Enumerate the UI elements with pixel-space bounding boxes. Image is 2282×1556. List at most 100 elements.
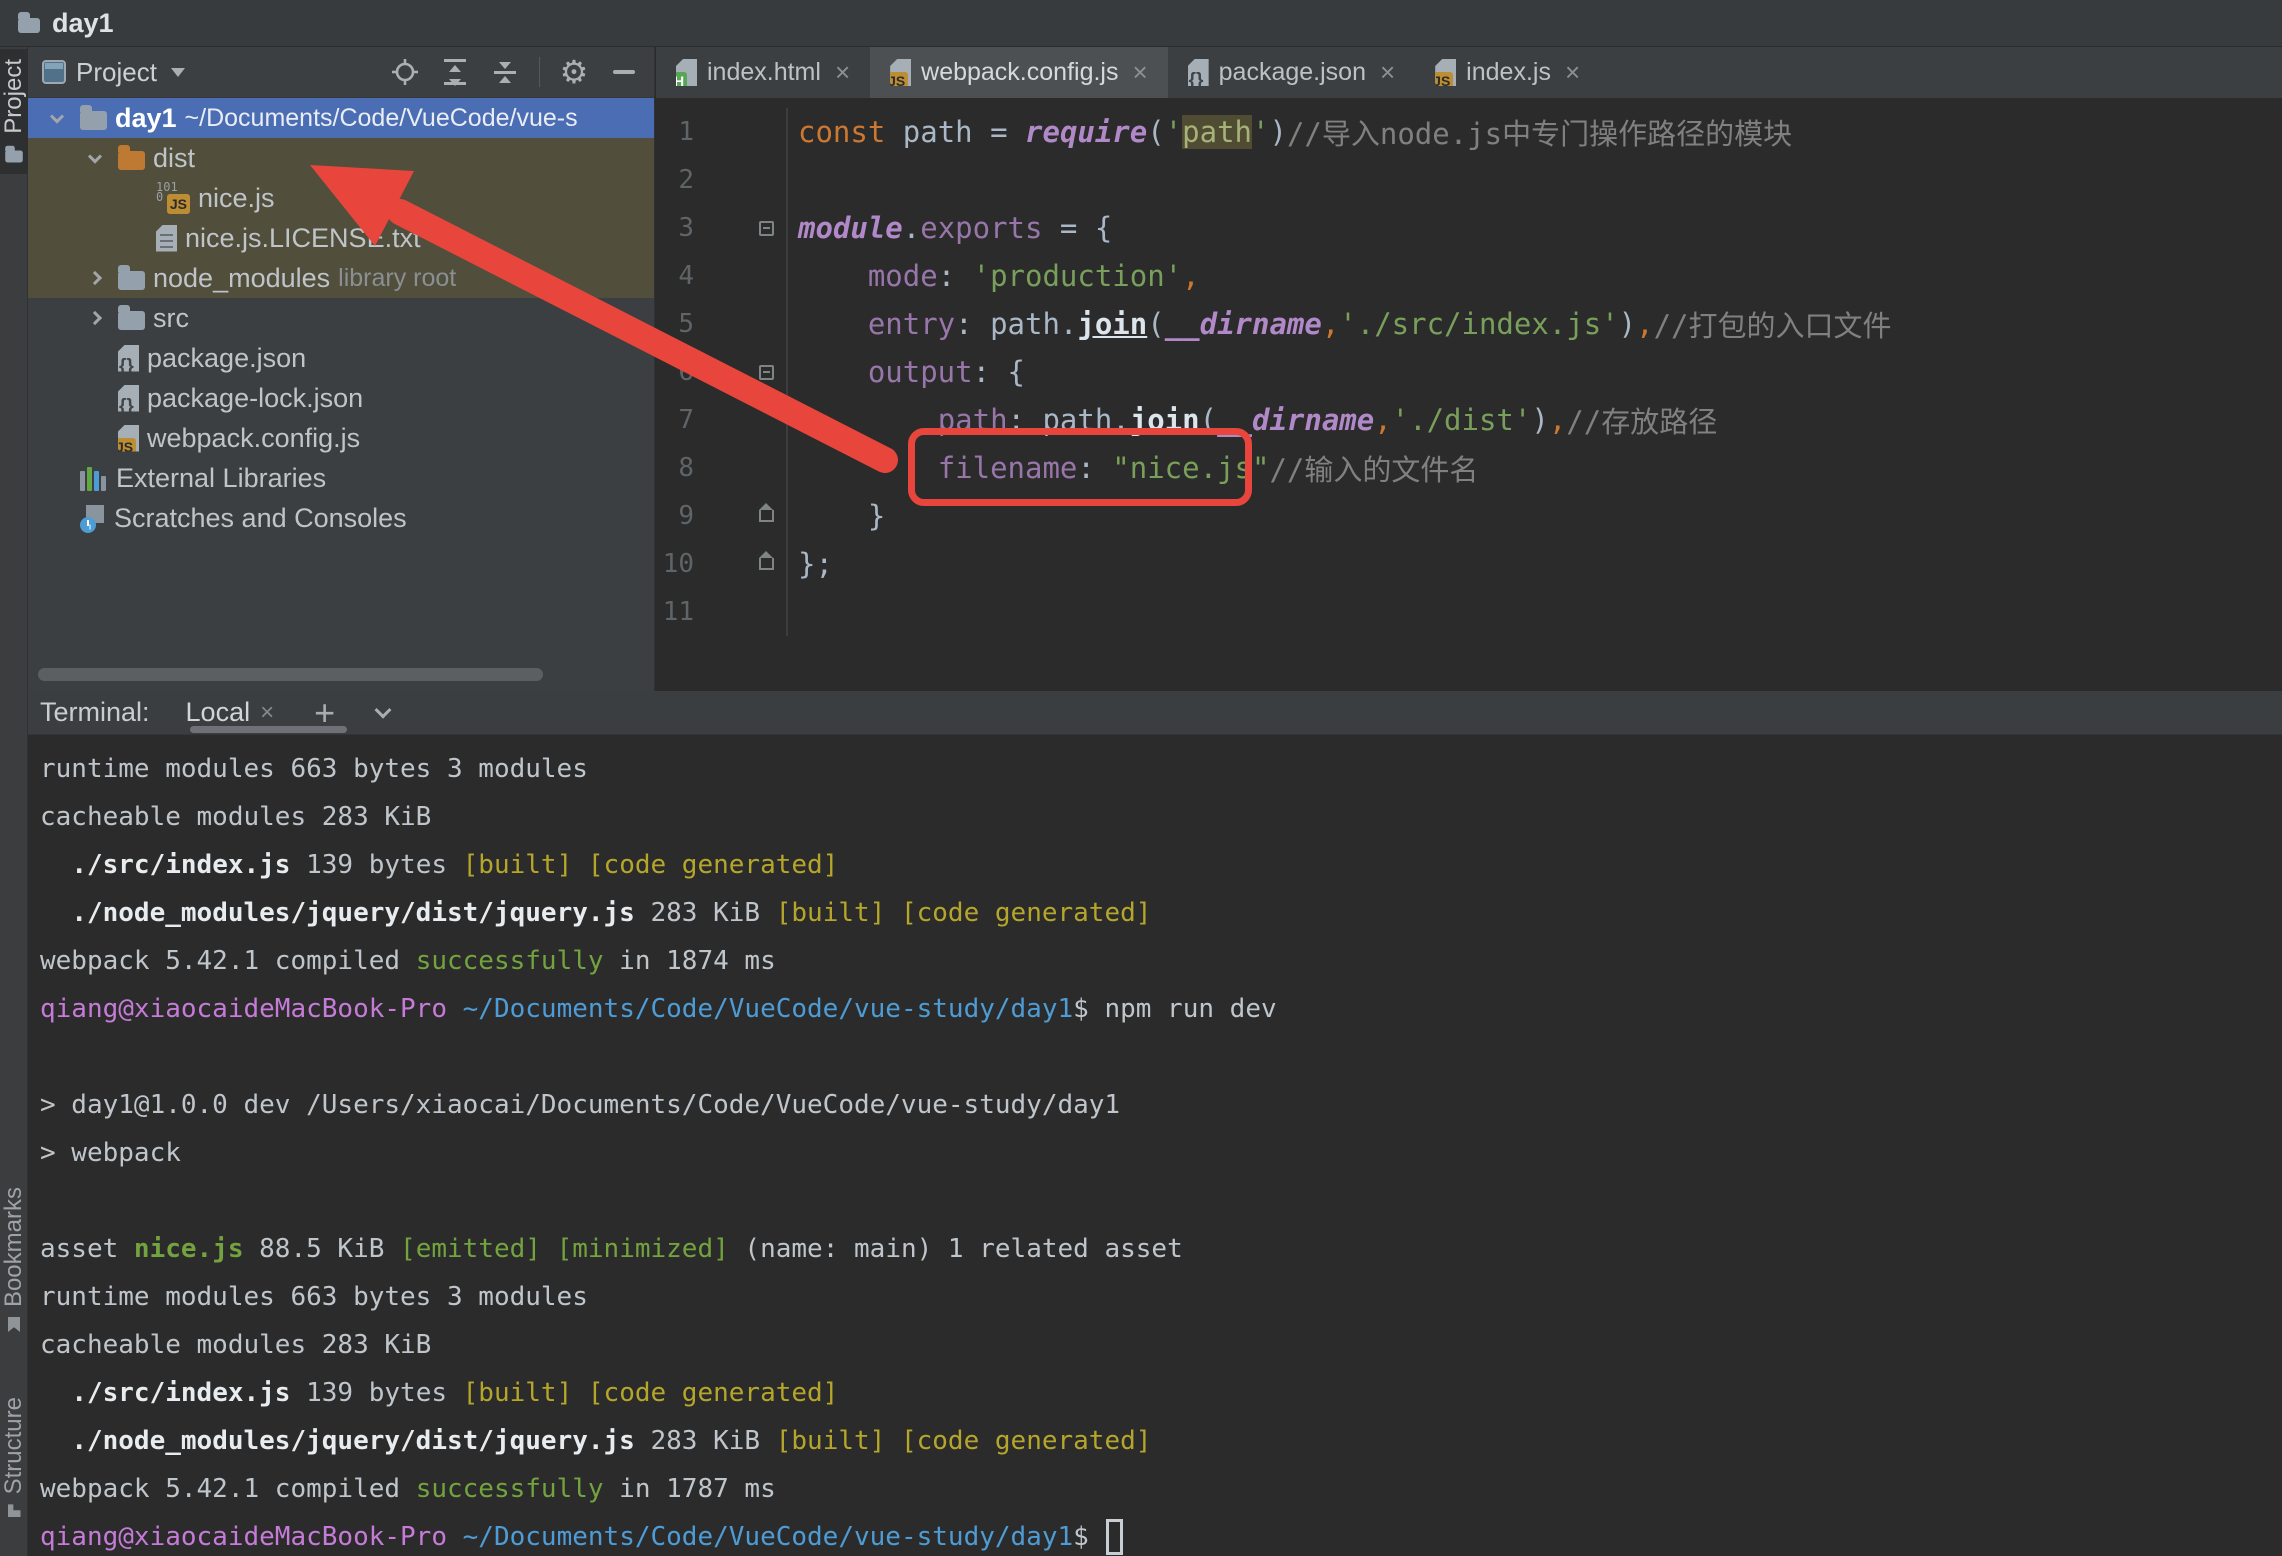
close-icon[interactable]: × (1565, 57, 1580, 88)
chevron-down-icon[interactable] (88, 150, 102, 164)
json-badge: {} (1186, 69, 1207, 92)
tree-item-node-modules[interactable]: node_modules library root (28, 258, 654, 298)
tree-item-suffix: ~/Documents/Code/VueCode/vue-s (185, 104, 578, 133)
terminal-line: qiang@xiaocaideMacBook-Pro ~/Documents/C… (40, 1513, 2282, 1556)
code-text: output: { (786, 348, 1025, 396)
stripe-button-project[interactable]: Project (0, 49, 28, 174)
chevron-right-icon[interactable] (88, 271, 102, 285)
js-badge: JS (1430, 72, 1453, 90)
tree-item-package-lock-json[interactable]: {}package-lock.json (28, 378, 654, 418)
code-text: path: path.join(__dirname,'./dist'),//存放… (786, 396, 1717, 444)
code-text: module.exports = { (786, 204, 1112, 252)
tree-item-label: webpack.config.js (147, 423, 360, 454)
tree-item-label: dist (153, 143, 195, 174)
settings-gear-button[interactable]: ⚙ (554, 54, 594, 90)
terminal-line: cacheable modules 283 KiB (40, 1321, 2282, 1369)
tree-item-dist[interactable]: dist (28, 138, 654, 178)
tool-window-stripe: Project Bookmarks Structure (0, 47, 28, 1556)
project-panel-title[interactable]: Project (76, 57, 157, 88)
tree-item-package-json[interactable]: {}package.json (28, 338, 654, 378)
tab-webpack-config-js[interactable]: JSwebpack.config.js× (870, 47, 1168, 98)
terminal-line: webpack 5.42.1 compiled successfully in … (40, 937, 2282, 985)
text-file-icon (156, 225, 177, 252)
editor-tab-bar: Hindex.html×JSwebpack.config.js×{}packag… (656, 47, 2282, 98)
expand-all-icon (441, 57, 469, 87)
line-number: 6 (656, 357, 694, 387)
fold-marker-icon[interactable] (759, 221, 774, 236)
chevron-slot (80, 273, 110, 283)
terminal-output[interactable]: runtime modules 663 bytes 3 modulescache… (28, 735, 2282, 1556)
close-icon[interactable]: × (1132, 57, 1147, 88)
terminal-line: ./node_modules/jquery/dist/jquery.js 283… (40, 1417, 2282, 1465)
code-line: 1const path = require('path')//导入node.js… (656, 108, 2282, 156)
minified-js-file-icon: 1010JS (156, 182, 190, 214)
fold-column (694, 221, 786, 236)
stripe-button-structure[interactable]: Structure (0, 1387, 28, 1527)
terminal-line: ./src/index.js 139 bytes [built] [code g… (40, 1369, 2282, 1417)
fold-column (694, 510, 786, 522)
tree-item-nice-js-license-txt[interactable]: nice.js.LICENSE.txt (28, 218, 654, 258)
expand-all-button[interactable] (435, 54, 475, 90)
line-number: 3 (656, 213, 694, 243)
scratches-icon (80, 505, 106, 531)
fold-end-marker-icon[interactable] (759, 558, 774, 570)
js-file-icon: JS (890, 59, 911, 86)
line-number: 7 (656, 405, 694, 435)
collapse-all-button[interactable] (485, 54, 525, 90)
tree-item-label: day1 (115, 103, 177, 134)
code-text: entry: path.join(__dirname,'./src/index.… (786, 300, 1892, 348)
terminal-tab-local[interactable]: Local × (186, 697, 275, 728)
folder-icon (80, 111, 107, 130)
code-line: 4 mode: 'production', (656, 252, 2282, 300)
js-badge: JS (885, 72, 908, 90)
tree-item-suffix: library root (338, 264, 456, 293)
terminal-line: ./src/index.js 139 bytes [built] [code g… (40, 841, 2282, 889)
tree-item-scratches-and-consoles[interactable]: Scratches and Consoles (28, 498, 654, 538)
close-icon[interactable]: × (835, 57, 850, 88)
project-tool-window-icon (42, 60, 66, 84)
stripe-button-bookmarks[interactable]: Bookmarks (0, 1177, 28, 1342)
terminal-line: > webpack (40, 1129, 2282, 1177)
code-text: } (786, 492, 885, 540)
tree-item-label: nice.js.LICENSE.txt (185, 223, 421, 254)
active-terminal-tab-indicator (190, 726, 347, 733)
fold-marker-icon[interactable] (759, 365, 774, 380)
hide-panel-button[interactable] (604, 54, 644, 90)
terminal-line: cacheable modules 283 KiB (40, 793, 2282, 841)
tab-label: index.js (1466, 58, 1551, 87)
close-icon[interactable]: × (260, 699, 274, 727)
line-number: 8 (656, 453, 694, 483)
terminal-dropdown-chevron-icon[interactable] (375, 701, 392, 718)
locate-file-button[interactable] (385, 54, 425, 90)
title-bar: day1 (0, 0, 2282, 47)
project-tree: day1 ~/Documents/Code/VueCode/vue-s dist 1… (28, 98, 654, 538)
tree-item-src[interactable]: src (28, 298, 654, 338)
tree-item-external-libraries[interactable]: External Libraries (28, 458, 654, 498)
chevron-down-icon[interactable] (171, 68, 185, 77)
code-line: 7 path: path.join(__dirname,'./dist'),//… (656, 396, 2282, 444)
tree-item-nice-js[interactable]: 1010JSnice.js (28, 178, 654, 218)
horizontal-scrollbar[interactable] (38, 668, 543, 681)
tree-item-label: package.json (147, 343, 306, 374)
project-panel: Project (28, 47, 655, 691)
chevron-right-icon[interactable] (88, 311, 102, 325)
fold-end-marker-icon[interactable] (759, 510, 774, 522)
tab-package-json[interactable]: {}package.json× (1168, 47, 1416, 98)
code-editor[interactable]: 1const path = require('path')//导入node.js… (656, 98, 2282, 636)
close-icon[interactable]: × (1380, 57, 1395, 88)
chevron-down-icon[interactable] (50, 110, 64, 124)
terminal-line: runtime modules 663 bytes 3 modules (40, 745, 2282, 793)
terminal-panel: Terminal: Local × + runtime modules 663 … (28, 691, 2282, 1556)
code-line: 11 (656, 588, 2282, 636)
line-number: 9 (656, 501, 694, 531)
chevron-slot (80, 153, 110, 163)
code-text: const path = require('path')//导入node.js中… (786, 108, 1792, 156)
terminal-label: Terminal: (40, 697, 150, 728)
tree-item-webpack-config-js[interactable]: JSwebpack.config.js (28, 418, 654, 458)
code-line: 2 (656, 156, 2282, 204)
code-text: }; (786, 540, 833, 588)
tab-index-js[interactable]: JS index.js × (1415, 47, 1600, 98)
js-file-icon: JS (1435, 59, 1456, 86)
tree-item-day1[interactable]: day1 ~/Documents/Code/VueCode/vue-s (28, 98, 654, 138)
tab-index-html[interactable]: Hindex.html× (656, 47, 870, 98)
